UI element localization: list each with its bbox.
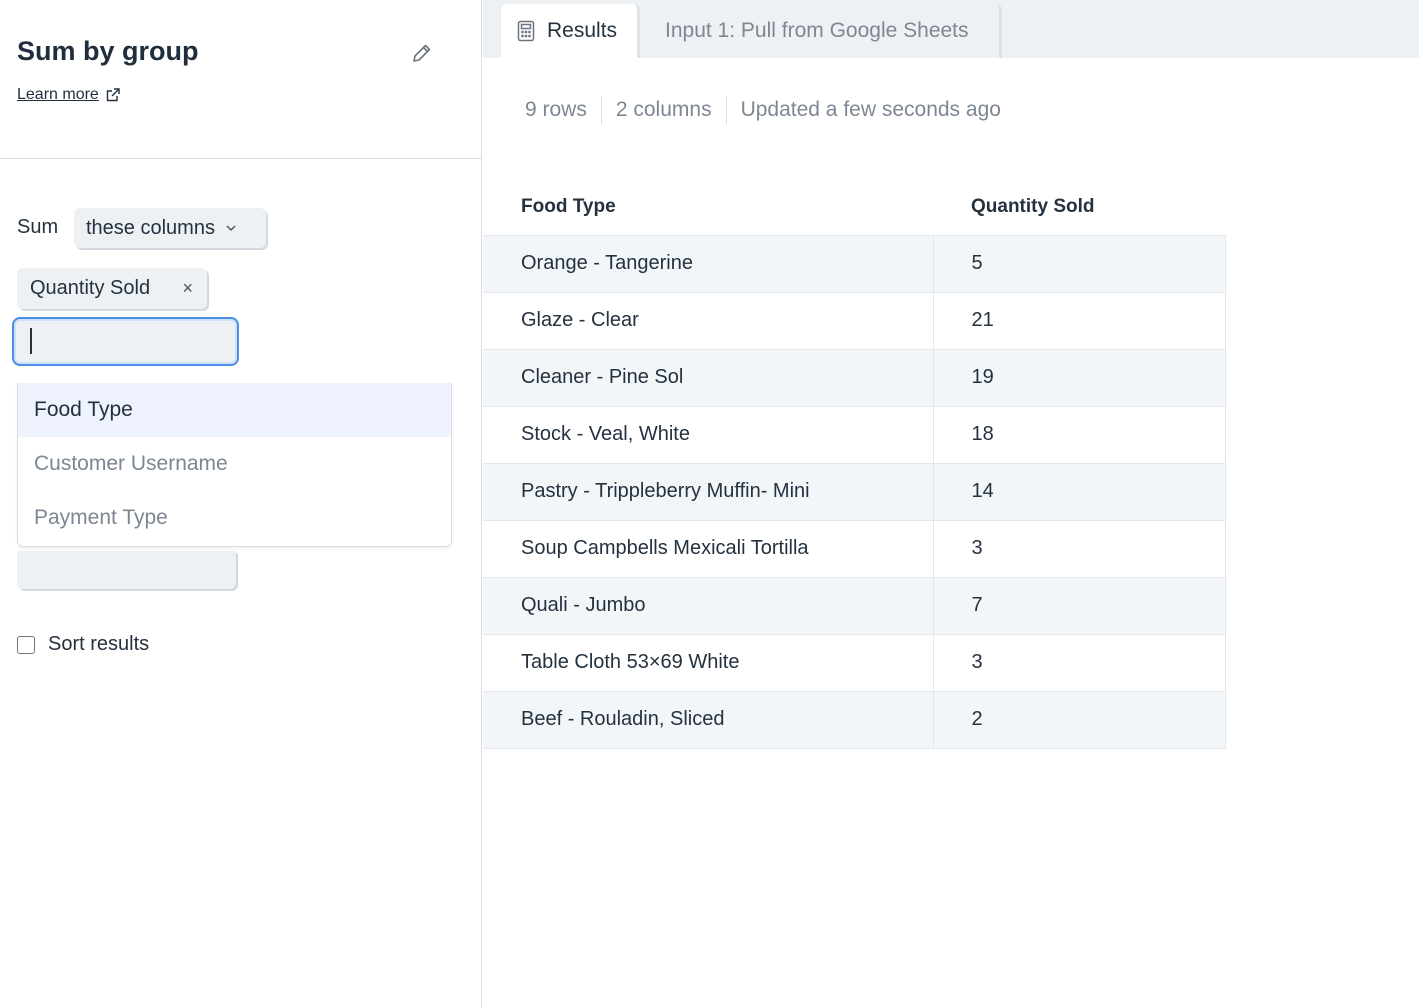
dropdown-option-payment-type[interactable]: Payment Type <box>18 491 451 545</box>
cell-quantity-sold: 2 <box>933 691 1226 749</box>
table-row: Stock - Veal, White 18 <box>483 406 1226 464</box>
column-header-quantity-sold[interactable]: Quantity Sold <box>933 180 1226 236</box>
results-panel: Results Input 1: Pull from Google Sheets… <box>483 0 1419 1008</box>
result-meta: 9 rows 2 columns Updated a few seconds a… <box>525 96 1015 124</box>
cell-food-type: Stock - Veal, White <box>483 406 934 464</box>
sum-mode-select[interactable]: these columns <box>74 208 266 248</box>
tab-input-1[interactable]: Input 1: Pull from Google Sheets <box>646 4 1002 58</box>
selected-column-chip: Quantity Sold × <box>17 268 207 309</box>
table-row: Table Cloth 53×69 White 3 <box>483 634 1226 692</box>
group-by-select[interactable] <box>17 551 236 589</box>
step-config-panel: Sum by group Learn more Sum these column… <box>0 0 482 1008</box>
cell-quantity-sold: 3 <box>933 634 1226 692</box>
cell-quantity-sold: 18 <box>933 406 1226 464</box>
cell-quantity-sold: 7 <box>933 577 1226 635</box>
text-caret <box>30 328 32 354</box>
cell-quantity-sold: 21 <box>933 292 1226 350</box>
cell-quantity-sold: 19 <box>933 349 1226 407</box>
cell-food-type: Cleaner - Pine Sol <box>483 349 934 407</box>
learn-more-label: Learn more <box>17 86 99 103</box>
column-header-food-type[interactable]: Food Type <box>483 180 933 236</box>
chip-label: Quantity Sold <box>30 277 151 299</box>
table-header-row: Food Type Quantity Sold <box>483 180 1226 236</box>
tab-bar: Results Input 1: Pull from Google Sheets <box>483 0 1419 58</box>
cell-food-type: Glaze - Clear <box>483 292 934 350</box>
results-table: Food Type Quantity Sold Orange - Tangeri… <box>483 180 1226 749</box>
sort-results-checkbox[interactable] <box>17 635 35 654</box>
pencil-icon[interactable] <box>410 41 434 65</box>
table-row: Glaze - Clear 21 <box>483 292 1226 350</box>
row-count: 9 rows <box>525 98 587 121</box>
cell-food-type: Beef - Rouladin, Sliced <box>483 691 934 749</box>
table-body: Orange - Tangerine 5 Glaze - Clear 21 Cleane… <box>483 235 1226 749</box>
tab-results[interactable]: Results <box>501 4 640 58</box>
tab-results-label: Results <box>547 19 618 42</box>
calculator-icon <box>517 20 535 42</box>
dropdown-option-customer-username[interactable]: Customer Username <box>18 437 451 491</box>
panel-header: Sum by group Learn more <box>0 0 482 159</box>
learn-more-link[interactable]: Learn more <box>17 86 121 104</box>
column-dropdown: Food Type Customer Username Payment Type <box>17 383 452 547</box>
table-row: Orange - Tangerine 5 <box>483 235 1226 293</box>
cell-quantity-sold: 3 <box>933 520 1226 578</box>
chevron-down-icon <box>226 225 236 232</box>
column-search-input[interactable] <box>12 317 239 366</box>
cell-quantity-sold: 14 <box>933 463 1226 521</box>
table-row: Pastry - Trippleberry Muffin- Mini 14 <box>483 463 1226 521</box>
sum-label: Sum <box>17 216 59 238</box>
sort-results-row[interactable]: Sort results <box>17 633 149 656</box>
external-link-icon <box>106 88 120 102</box>
sort-results-label: Sort results <box>48 633 150 655</box>
table-row: Quali - Jumbo 7 <box>483 577 1226 635</box>
cell-food-type: Quali - Jumbo <box>483 577 934 635</box>
table-row: Beef - Rouladin, Sliced 2 <box>483 691 1226 749</box>
tab-input-label: Input 1: Pull from Google Sheets <box>665 19 969 42</box>
cell-food-type: Orange - Tangerine <box>483 235 934 293</box>
cell-food-type: Table Cloth 53×69 White <box>483 634 934 692</box>
table-row: Soup Campbells Mexicali Tortilla 3 <box>483 520 1226 578</box>
sum-mode-value: these columns <box>86 216 215 239</box>
table-row: Cleaner - Pine Sol 19 <box>483 349 1226 407</box>
page-title: Sum by group <box>17 36 199 66</box>
dropdown-option-food-type[interactable]: Food Type <box>18 383 451 437</box>
cell-food-type: Pastry - Trippleberry Muffin- Mini <box>483 463 934 521</box>
app: Sum by group Learn more Sum these column… <box>0 0 1419 1008</box>
cell-food-type: Soup Campbells Mexicali Tortilla <box>483 520 934 578</box>
cell-quantity-sold: 5 <box>933 235 1226 293</box>
column-count: 2 columns <box>600 96 726 124</box>
remove-chip-button[interactable]: × <box>182 279 193 297</box>
updated-status: Updated a few seconds ago <box>725 96 1015 124</box>
